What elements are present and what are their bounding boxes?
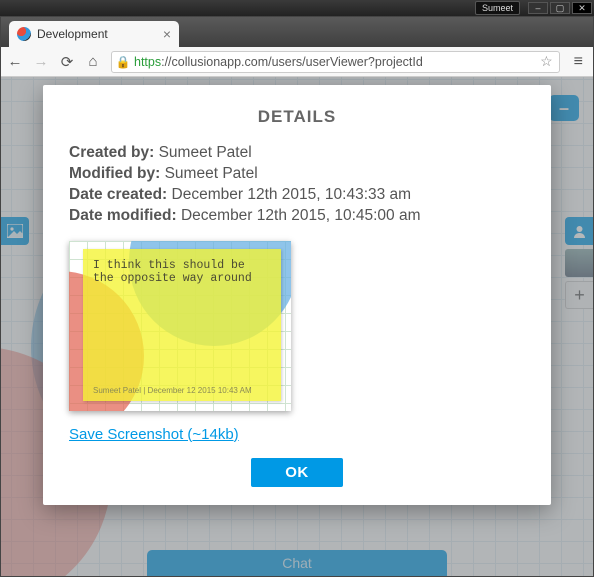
window-minimize-button[interactable]: – (528, 2, 548, 14)
created-by-label: Created by: (69, 144, 154, 161)
home-icon[interactable]: ⌂ (85, 53, 101, 70)
modified-by-label: Modified by: (69, 165, 160, 182)
os-user-badge: Sumeet (475, 1, 520, 15)
save-screenshot-link[interactable]: Save Screenshot (~14kb) (69, 426, 239, 443)
created-by-value: Sumeet Patel (159, 144, 252, 161)
screenshot-canvas: I think this should be the opposite way … (69, 241, 291, 411)
url-rest: ://collusionapp.com/users/userViewer?pro… (161, 55, 423, 69)
lock-icon: 🔒 (112, 55, 134, 69)
browser-toolbar: ← → ⟳ ⌂ 🔒 https://collusionapp.com/users… (1, 47, 593, 77)
browser-menu-icon[interactable]: ≡ (570, 53, 587, 71)
tab-strip: Development × (1, 17, 593, 47)
reload-icon[interactable]: ⟳ (59, 53, 75, 71)
date-modified-value: December 12th 2015, 10:45:00 am (181, 207, 421, 224)
forward-icon: → (33, 53, 49, 70)
details-modal: DETAILS Created by: Sumeet Patel Modifie… (43, 85, 551, 505)
date-created-value: December 12th 2015, 10:43:33 am (172, 186, 412, 203)
window-maximize-button[interactable]: ▢ (550, 2, 570, 14)
sticky-note-text: I think this should be the opposite way … (93, 259, 252, 285)
tab-title: Development (37, 27, 108, 41)
os-titlebar: Sumeet – ▢ ✕ (0, 0, 594, 16)
ok-button[interactable]: OK (251, 458, 343, 487)
page-viewport: + – Chat DETAILS Created by: Sumeet Pate… (1, 77, 593, 576)
window-close-button[interactable]: ✕ (572, 2, 592, 14)
tab-close-icon[interactable]: × (163, 26, 171, 42)
date-modified-line: Date modified: December 12th 2015, 10:45… (69, 206, 525, 227)
bookmark-star-icon[interactable]: ☆ (534, 53, 559, 70)
date-created-line: Date created: December 12th 2015, 10:43:… (69, 185, 525, 206)
created-by-line: Created by: Sumeet Patel (69, 143, 525, 164)
sticky-note-signature: Sumeet Patel | December 12 2015 10:43 AM (93, 386, 252, 395)
date-created-label: Date created: (69, 186, 167, 203)
browser-tab[interactable]: Development × (9, 21, 179, 47)
screenshot-thumbnail: I think this should be the opposite way … (69, 241, 291, 411)
address-bar[interactable]: 🔒 https://collusionapp.com/users/userVie… (111, 51, 560, 73)
modal-title: DETAILS (69, 107, 525, 127)
date-modified-label: Date modified: (69, 207, 177, 224)
sticky-note: I think this should be the opposite way … (83, 249, 281, 401)
modified-by-value: Sumeet Patel (165, 165, 258, 182)
modified-by-line: Modified by: Sumeet Patel (69, 164, 525, 185)
favicon-icon (17, 27, 31, 41)
back-icon[interactable]: ← (7, 53, 23, 70)
browser-window: Development × ← → ⟳ ⌂ 🔒 https://collusio… (0, 16, 594, 577)
url-scheme: https (134, 55, 161, 69)
